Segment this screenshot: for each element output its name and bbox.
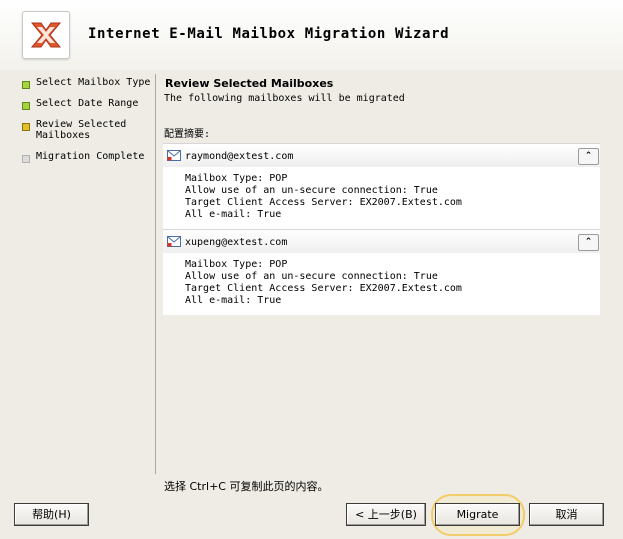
chevron-up-icon: ⌃	[584, 237, 593, 247]
wizard-header: Internet E-Mail Mailbox Migration Wizard	[0, 0, 623, 70]
step-label: Review Selected Mailboxes	[36, 119, 127, 141]
mail-icon	[167, 236, 181, 247]
detail-line: Allow use of an un-secure connection: Tr…	[185, 271, 438, 282]
step-review-selected-mailboxes: Review Selected Mailboxes	[22, 118, 152, 141]
page-title: Review Selected Mailboxes	[165, 77, 334, 90]
step-migration-complete: Migration Complete	[22, 150, 152, 163]
detail-line: All e-mail: True	[185, 209, 282, 220]
step-select-mailbox-type: Select Mailbox Type	[22, 76, 152, 89]
migrate-button[interactable]: Migrate	[435, 503, 520, 526]
mailbox-section: xupeng@extest.com ⌃ Mailbox Type: POP Al…	[163, 229, 600, 315]
step-select-date-range: Select Date Range	[22, 97, 152, 110]
mailbox-list: raymond@extest.com ⌃ Mailbox Type: POP A…	[163, 143, 600, 315]
mail-icon	[167, 150, 181, 161]
detail-line: All e-mail: True	[185, 295, 282, 306]
help-button[interactable]: 帮助(H)	[14, 503, 89, 526]
steps-divider	[155, 74, 156, 474]
detail-line: Mailbox Type: POP	[185, 259, 288, 270]
step-label: Select Date Range	[36, 98, 139, 109]
mailbox-details: Mailbox Type: POP Allow use of an un-sec…	[163, 253, 600, 315]
step-label: Select Mailbox Type	[36, 77, 151, 88]
detail-line: Mailbox Type: POP	[185, 173, 288, 184]
step-label: Migration Complete	[36, 151, 145, 162]
mailbox-address: xupeng@extest.com	[185, 237, 288, 248]
mailbox-details: Mailbox Type: POP Allow use of an un-sec…	[163, 167, 600, 229]
back-button[interactable]: < 上一步(B)	[346, 503, 426, 526]
exchange-logo-icon	[22, 11, 70, 59]
collapse-button[interactable]: ⌃	[578, 234, 599, 251]
cancel-button[interactable]: 取消	[529, 503, 604, 526]
mailbox-header[interactable]: raymond@extest.com ⌃	[163, 143, 600, 167]
detail-line: Allow use of an un-secure connection: Tr…	[185, 185, 438, 196]
step-current-indicator	[22, 123, 30, 131]
mailbox-header[interactable]: xupeng@extest.com ⌃	[163, 229, 600, 253]
page-subtitle: The following mailboxes will be migrated	[164, 93, 405, 104]
summary-label: 配置摘要:	[164, 129, 211, 140]
wizard-title: Internet E-Mail Mailbox Migration Wizard	[88, 26, 450, 42]
mailbox-section: raymond@extest.com ⌃ Mailbox Type: POP A…	[163, 143, 600, 229]
copy-hint: 选择 Ctrl+C 可复制此页的内容。	[164, 480, 329, 493]
detail-line: Target Client Access Server: EX2007.Exte…	[185, 197, 462, 208]
step-pending-indicator	[22, 155, 30, 163]
wizard-steps: Select Mailbox Type Select Date Range Re…	[22, 76, 152, 171]
collapse-button[interactable]: ⌃	[578, 148, 599, 165]
mailbox-address: raymond@extest.com	[185, 151, 294, 162]
detail-line: Target Client Access Server: EX2007.Exte…	[185, 283, 462, 294]
step-done-indicator	[22, 81, 30, 89]
review-panel: Review Selected Mailboxes The following …	[163, 75, 603, 315]
chevron-up-icon: ⌃	[584, 151, 593, 161]
step-done-indicator	[22, 102, 30, 110]
